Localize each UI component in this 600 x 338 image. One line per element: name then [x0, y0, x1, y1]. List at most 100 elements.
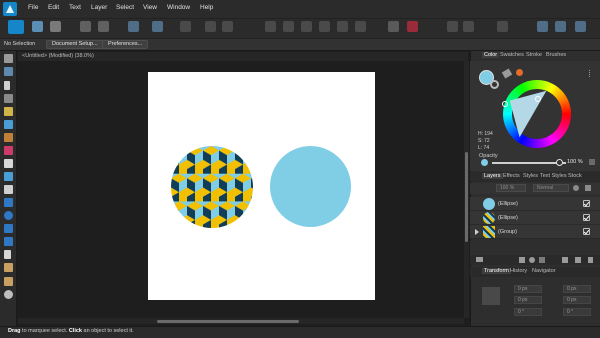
menu-edit[interactable]: Edit	[48, 4, 59, 11]
opacity-slider[interactable]	[492, 162, 566, 164]
boolean-add-icon[interactable]	[388, 21, 399, 32]
pencil-tool-icon[interactable]	[4, 120, 13, 129]
search-icon[interactable]	[537, 21, 548, 32]
brush-tool-icon[interactable]	[4, 133, 13, 142]
snapping-icon[interactable]	[128, 21, 139, 32]
arrange-icon[interactable]	[180, 21, 191, 32]
settings-toolbar-icon[interactable]	[98, 21, 109, 32]
corner-tool-icon[interactable]	[4, 94, 13, 103]
opacity-dropdown-icon[interactable]	[589, 159, 595, 165]
tab-stroke[interactable]: Stroke	[526, 52, 542, 58]
tab-stock[interactable]: Stock	[568, 173, 582, 179]
expand-arrow-icon[interactable]	[475, 229, 479, 235]
adjustment-icon[interactable]	[529, 257, 535, 263]
order-forward-icon[interactable]	[222, 21, 233, 32]
tab-transform[interactable]: Transform	[482, 268, 511, 274]
fill-tool-icon[interactable]	[4, 146, 13, 155]
pixel-persona-icon[interactable]	[32, 21, 43, 32]
group-icon[interactable]	[562, 257, 568, 263]
tab-brushes[interactable]: Brushes	[546, 52, 566, 58]
align-left-icon[interactable]	[319, 21, 330, 32]
tab-text-styles[interactable]: Text Styles	[540, 173, 567, 179]
plain-ellipse[interactable]	[270, 146, 351, 227]
flip-horizontal-icon[interactable]	[265, 21, 276, 32]
transform-h-field[interactable]: 0 px	[563, 296, 591, 304]
anchor-point-icon[interactable]	[482, 287, 500, 305]
menu-text[interactable]: Text	[69, 4, 81, 11]
menu-layer[interactable]: Layer	[91, 4, 107, 11]
vertical-scroll-thumb[interactable]	[465, 152, 468, 242]
menu-view[interactable]: View	[143, 4, 157, 11]
trash-icon[interactable]	[588, 257, 593, 263]
menu-select[interactable]: Select	[116, 4, 134, 11]
transform-w-field[interactable]: 0 px	[514, 296, 542, 304]
layers-stack-icon[interactable]	[476, 257, 483, 262]
transform-shear-field[interactable]: 0 °	[563, 308, 591, 316]
crop-tool-icon[interactable]	[4, 185, 13, 194]
pattern-ellipse[interactable]	[171, 146, 253, 228]
add-layer-icon[interactable]	[575, 257, 581, 263]
transparency-tool-icon[interactable]	[4, 159, 13, 168]
hue-handle[interactable]	[502, 101, 508, 107]
tab-layers[interactable]: Layers	[482, 173, 503, 179]
move-tool-icon[interactable]	[4, 54, 13, 63]
node-tool-icon[interactable]	[4, 81, 10, 90]
fx-icon[interactable]	[539, 257, 545, 263]
color-mode-icon[interactable]	[516, 69, 523, 76]
tab-swatches[interactable]: Swatches	[500, 52, 524, 58]
color-picker-handle[interactable]	[535, 96, 541, 102]
panel-menu-icon[interactable]	[589, 70, 593, 77]
layer-visibility-checkbox[interactable]	[583, 228, 590, 235]
mask-icon[interactable]	[519, 257, 525, 263]
tab-navigator[interactable]: Navigator	[532, 268, 556, 274]
insert-behind-icon[interactable]	[463, 21, 474, 32]
tab-effects[interactable]: Effects	[503, 173, 520, 179]
tab-styles[interactable]: Styles	[523, 173, 538, 179]
align-icon[interactable]	[152, 21, 163, 32]
transform-rotation-field[interactable]: 0 °	[514, 308, 542, 316]
designer-persona-icon[interactable]	[8, 20, 24, 34]
place-image-tool-icon[interactable]	[4, 172, 13, 181]
text-tool-icon[interactable]	[4, 250, 11, 259]
rectangle-tool-icon[interactable]	[4, 198, 13, 207]
artboard-tool-icon[interactable]	[4, 67, 13, 76]
align-right-icon[interactable]	[355, 21, 366, 32]
layer-visibility-checkbox[interactable]	[583, 200, 590, 207]
assistant-icon[interactable]	[80, 21, 91, 32]
opacity-value[interactable]: 100 %	[567, 159, 583, 165]
app-logo-icon[interactable]	[3, 2, 17, 16]
horizontal-scroll-thumb[interactable]	[157, 320, 299, 323]
menu-help[interactable]: Help	[200, 4, 213, 11]
order-back-icon[interactable]	[205, 21, 216, 32]
transform-x-field[interactable]: 0 px	[514, 285, 542, 293]
insert-inside-icon[interactable]	[447, 21, 458, 32]
boolean-subtract-icon[interactable]	[407, 21, 418, 32]
tab-history[interactable]: History	[510, 268, 527, 274]
rounded-rectangle-tool-icon[interactable]	[4, 224, 13, 233]
ellipse-tool-icon[interactable]	[4, 211, 13, 220]
layer-visibility-checkbox[interactable]	[583, 214, 590, 221]
gear-icon[interactable]	[575, 21, 586, 32]
hand-tool-icon[interactable]	[4, 277, 13, 286]
shape-tool-icon[interactable]	[4, 237, 13, 246]
lock-icon[interactable]	[585, 185, 591, 191]
menu-file[interactable]: File	[28, 4, 38, 11]
transform-y-field[interactable]: 0 px	[563, 285, 591, 293]
opacity-slider-handle[interactable]	[556, 159, 563, 166]
rotate-icon[interactable]	[301, 21, 312, 32]
tab-color[interactable]: Color	[482, 52, 500, 58]
menu-window[interactable]: Window	[167, 4, 190, 11]
color-picker-tool-icon[interactable]	[4, 263, 13, 272]
pen-tool-icon[interactable]	[4, 107, 13, 116]
stroke-color-swatch[interactable]	[490, 80, 499, 89]
flip-vertical-icon[interactable]	[283, 21, 294, 32]
preferences-button[interactable]: Preferences...	[102, 40, 149, 49]
layer-opacity-field[interactable]: 100 %	[496, 184, 526, 192]
layer-settings-icon[interactable]	[573, 185, 579, 191]
zoom-tool-icon[interactable]	[4, 290, 13, 299]
document-setup-button[interactable]: Document Setup...	[46, 40, 104, 49]
snapping-magnet-icon[interactable]	[497, 21, 508, 32]
blend-mode-select[interactable]: Normal	[533, 184, 569, 192]
export-persona-icon[interactable]	[50, 21, 61, 32]
align-center-icon[interactable]	[337, 21, 348, 32]
